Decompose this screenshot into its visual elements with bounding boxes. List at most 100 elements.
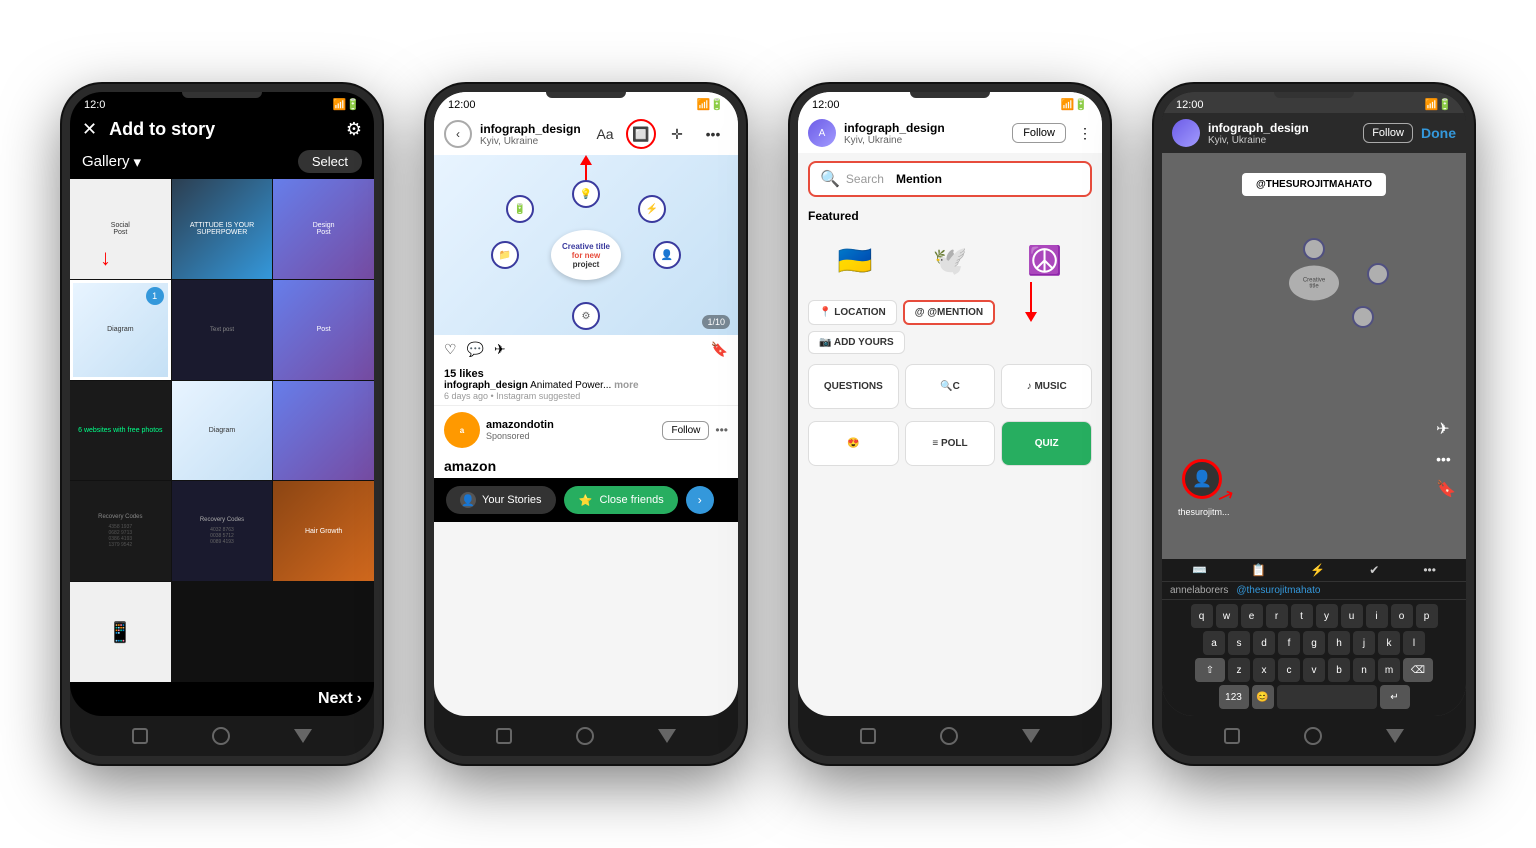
key-t[interactable]: t [1291, 604, 1313, 628]
key-l[interactable]: l [1403, 631, 1425, 655]
more-options-button[interactable]: ••• [698, 119, 728, 149]
grid-cell-misc[interactable] [273, 381, 374, 481]
key-h[interactable]: h [1328, 631, 1350, 655]
sticker-tool-button[interactable]: 🔲 [626, 119, 656, 149]
grid-cell-attitude[interactable]: ATTITUDE IS YOUR SUPERPOWER [172, 179, 273, 279]
location-tag-button[interactable]: 📍 LOCATION [808, 300, 897, 325]
back-button[interactable]: ‹ [444, 120, 472, 148]
key-v[interactable]: v [1303, 658, 1325, 682]
key-return[interactable]: ↵ [1380, 685, 1410, 709]
home-nav-icon-2[interactable] [496, 728, 512, 744]
key-s[interactable]: s [1228, 631, 1250, 655]
gallery-label[interactable]: Gallery ▾ [82, 153, 141, 171]
key-emoji[interactable]: 😊 [1252, 685, 1274, 709]
grid-cell-dark[interactable]: Text post [172, 280, 273, 380]
your-stories-button[interactable]: 👤 Your Stories [446, 486, 556, 514]
close-friends-button[interactable]: ⭐ Close friends [564, 486, 678, 514]
back-nav-icon-3[interactable] [940, 727, 958, 745]
lightning-icon[interactable]: ⚡ [1310, 563, 1325, 577]
key-space[interactable] [1277, 685, 1377, 709]
more-icon[interactable]: ••• [715, 423, 728, 437]
grid-cell-phone[interactable]: 📱 [70, 582, 171, 682]
key-backspace[interactable]: ⌫ [1403, 658, 1433, 682]
search-mention-bar[interactable]: 🔍 Search Mention [808, 161, 1092, 197]
next-button[interactable]: Next › [318, 690, 362, 708]
key-z[interactable]: z [1228, 658, 1250, 682]
grid-cell-social[interactable]: SocialPost ↓ [70, 179, 171, 279]
key-u[interactable]: u [1341, 604, 1363, 628]
bookmark-icon[interactable]: 🔖 [711, 341, 728, 358]
close-icon[interactable]: ✕ [82, 119, 97, 140]
checkmark-icon[interactable]: ✔ [1369, 563, 1379, 577]
suggestion-2[interactable]: @thesurojitmahato [1236, 585, 1320, 596]
follow-button[interactable]: Follow [662, 421, 709, 440]
key-r[interactable]: r [1266, 604, 1288, 628]
key-q[interactable]: q [1191, 604, 1213, 628]
keyboard-icon[interactable]: ⌨️ [1192, 563, 1207, 577]
key-j[interactable]: j [1353, 631, 1375, 655]
dove-sticker[interactable]: 🕊️ [922, 233, 977, 288]
share-icon[interactable]: ✈ [494, 341, 506, 358]
key-d[interactable]: d [1253, 631, 1275, 655]
search-sticker[interactable]: 🔍C [905, 364, 996, 409]
like-icon[interactable]: ♡ [444, 341, 457, 358]
key-o[interactable]: o [1391, 604, 1413, 628]
suggestion-1[interactable]: annelaborers [1170, 585, 1228, 596]
grid-cell-empty1[interactable] [172, 582, 273, 682]
key-k[interactable]: k [1378, 631, 1400, 655]
key-y[interactable]: y [1316, 604, 1338, 628]
done-button[interactable]: Done [1421, 125, 1456, 141]
follow-button-3[interactable]: Follow [1012, 123, 1066, 143]
key-p[interactable]: p [1416, 604, 1438, 628]
key-123[interactable]: 123 [1219, 685, 1249, 709]
poll-sticker[interactable]: ≡ POLL [905, 421, 996, 466]
key-i[interactable]: i [1366, 604, 1388, 628]
select-button[interactable]: Select [298, 150, 362, 173]
grid-cell-websites[interactable]: 6 websites with free photos [70, 381, 171, 481]
key-g[interactable]: g [1303, 631, 1325, 655]
key-x[interactable]: x [1253, 658, 1275, 682]
ukraine-heart-sticker[interactable]: 🇺🇦 [828, 233, 883, 288]
grid-cell-recovery1[interactable]: Recovery Codes 4358 19370682 97130386 41… [70, 481, 171, 581]
grid-cell-empty2[interactable] [273, 582, 374, 682]
questions-sticker[interactable]: QUESTIONS [808, 364, 899, 409]
settings-icon[interactable]: ⚙ [346, 119, 362, 140]
key-f[interactable]: f [1278, 631, 1300, 655]
move-tool-button[interactable]: ✛ [662, 119, 692, 149]
emoji-poll-sticker[interactable]: 😍 [808, 421, 899, 466]
grid-cell-blue2[interactable]: Diagram [172, 381, 273, 481]
key-c[interactable]: c [1278, 658, 1300, 682]
more-story-icon[interactable]: ••• [1436, 451, 1456, 467]
more-icon-3[interactable]: ⋮ [1078, 125, 1092, 142]
grid-cell-flowers[interactable]: Hair Growth [273, 481, 374, 581]
mention-tag-button[interactable]: @ @MENTION [903, 300, 995, 325]
comment-icon[interactable]: 💬 [467, 341, 484, 358]
recent-nav-icon-3[interactable] [1022, 729, 1040, 743]
key-e[interactable]: e [1241, 604, 1263, 628]
follow-button-4[interactable]: Follow [1363, 123, 1413, 143]
back-nav-icon-4[interactable] [1304, 727, 1322, 745]
mention-tag-display[interactable]: @THESUROJITMAHATO [1242, 173, 1386, 196]
key-b[interactable]: b [1328, 658, 1350, 682]
grid-cell-diagram[interactable]: Diagram 1 [70, 280, 171, 380]
home-nav-icon-4[interactable] [1224, 728, 1240, 744]
bookmark-story-icon[interactable]: 🔖 [1436, 479, 1456, 499]
recent-nav-icon[interactable] [294, 729, 312, 743]
home-nav-icon[interactable] [132, 728, 148, 744]
add-yours-tag-button[interactable]: 📷 ADD YOURS [808, 331, 905, 354]
peace-sticker[interactable]: ☮️ [1017, 233, 1072, 288]
send-story-icon[interactable]: ✈ [1436, 419, 1456, 439]
back-nav-icon[interactable] [212, 727, 230, 745]
music-sticker[interactable]: ♪ MUSIC [1001, 364, 1092, 409]
key-m[interactable]: m [1378, 658, 1400, 682]
recent-nav-icon-4[interactable] [1386, 729, 1404, 743]
home-nav-icon-3[interactable] [860, 728, 876, 744]
send-button[interactable]: › [686, 486, 714, 514]
text-tool-button[interactable]: Aa [590, 119, 620, 149]
key-a[interactable]: a [1203, 631, 1225, 655]
grid-cell-recovery2[interactable]: Recovery Codes 4032 87630038 57120089 41… [172, 481, 273, 581]
key-w[interactable]: w [1216, 604, 1238, 628]
recent-nav-icon-2[interactable] [658, 729, 676, 743]
quiz-sticker[interactable]: QUIZ [1001, 421, 1092, 466]
key-shift[interactable]: ⇧ [1195, 658, 1225, 682]
